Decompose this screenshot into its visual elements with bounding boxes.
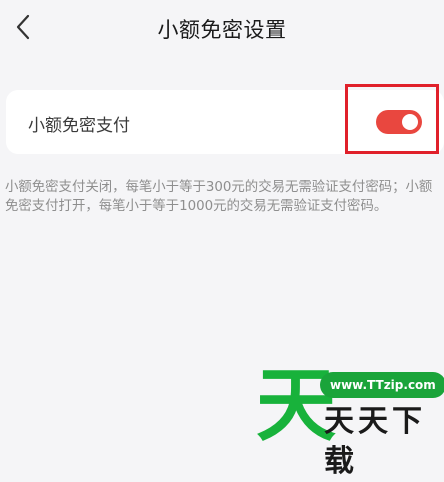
toggle-knob [402,114,418,130]
page-title: 小额免密设置 [157,18,287,42]
password-free-toggle[interactable] [376,110,422,134]
description-text: 小额免密支付关闭，每笔小于等于300元的交易无需验证支付密码；小额免密支付打开，… [5,180,433,214]
header: 小额免密设置 [0,0,444,56]
setting-label: 小额免密支付 [28,116,130,136]
watermark-text: 天天下载 [324,404,426,479]
watermark: 天 www.TTzip.com 天天下载 [252,362,444,479]
watermark-url: www.TTzip.com [320,372,444,398]
